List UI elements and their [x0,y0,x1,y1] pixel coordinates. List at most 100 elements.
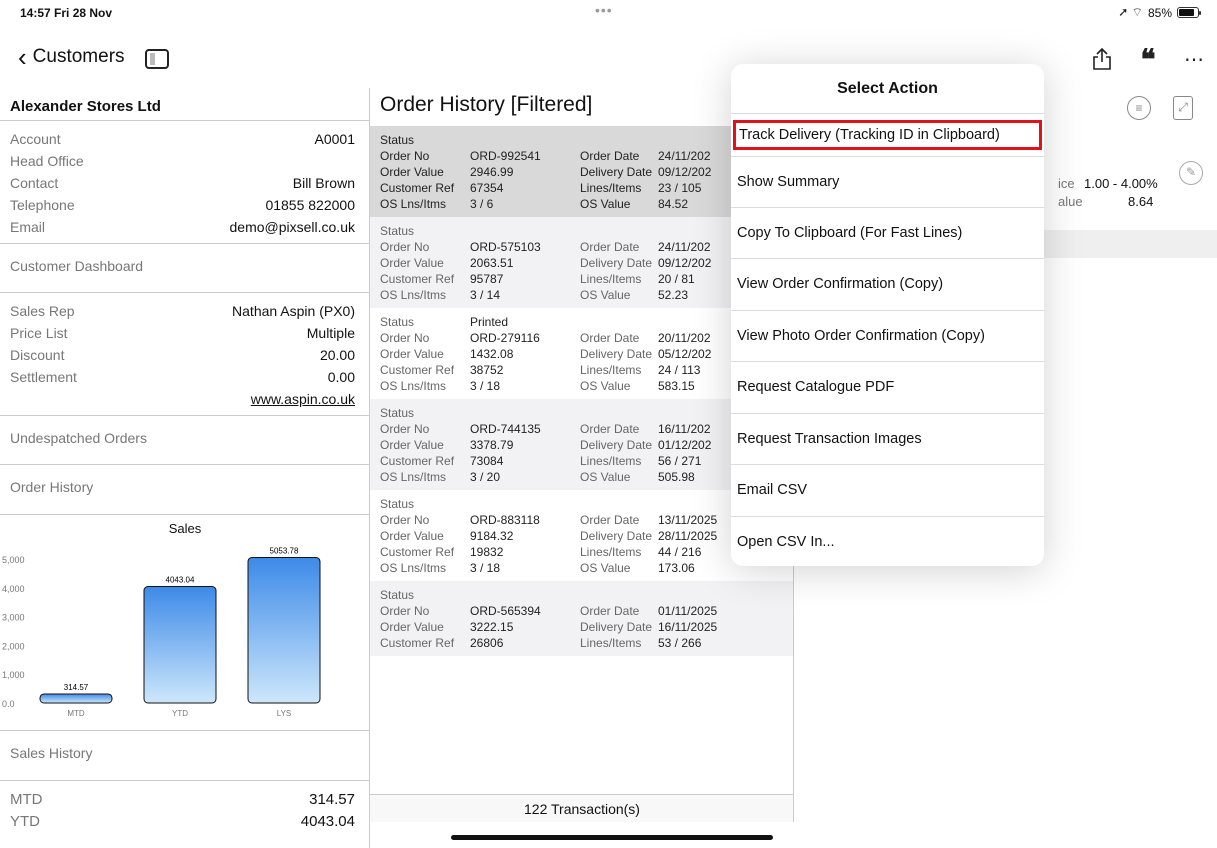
field-value: 13/11/2025 [658,513,718,527]
rotate-icon[interactable]: ⤢ [1173,96,1193,120]
action-open-csv[interactable]: Open CSV In... [731,517,1044,569]
field-label: OS Value [580,288,631,302]
edit-icon[interactable]: ✎ [1179,161,1203,185]
field-value: 53 / 266 [658,636,702,650]
back-button[interactable]: ‹ Customers [18,42,125,72]
field-value: 01/12/202 [658,438,712,452]
website-link[interactable]: www.aspin.co.uk [251,391,355,407]
info-row[interactable]: Email demo@pixsell.co.uk [0,216,369,238]
share-icon[interactable] [1079,44,1125,74]
field-label: Customer Ref [380,636,455,650]
filter-icon[interactable]: ≡ [1127,96,1151,120]
field-label: Status [380,224,415,238]
field-value [470,223,580,239]
field-value: 3 / 6 [470,197,494,211]
field-value: 01/11/2025 [658,604,718,618]
customer-info: Account A0001 Head Office Contact Bill Bro… [0,121,369,243]
info-row: Account A0001 [10,131,355,147]
terms-row: Discount 20.00 [10,347,355,363]
order-row[interactable]: Status Order No ORD-744135 Order Date 16/11/… [370,399,793,490]
field-label: Lines/Items [580,636,642,650]
order-row[interactable]: Status Order No ORD-883118 Order Date 13/11/… [370,490,793,581]
field-value: 505.98 [658,470,695,484]
bar-mtd [39,693,113,704]
field-value: 05/12/202 [658,347,712,361]
sales-history: MTD 314.57 YTD 4043.04 [0,781,369,837]
home-indicator[interactable] [451,835,773,840]
quote-icon[interactable]: ❝ [1125,44,1171,75]
field-label: Status [380,133,415,147]
field-label: OS Lns/Itms [380,197,447,211]
order-history-link[interactable]: Order History [0,465,369,515]
nav-actions: ❝ ⋯ [1079,44,1217,75]
customer-dashboard-link[interactable]: Customer Dashboard [0,243,369,293]
field-label: Customer Ref [380,363,455,377]
multitask-dots[interactable]: ••• [595,2,613,18]
field-value: 44 / 216 [658,545,702,559]
field-value [470,405,580,421]
field-value: 583.15 [658,379,695,393]
field-value [470,496,580,512]
bar-ytd [143,586,217,704]
action-show-summary[interactable]: Show Summary [731,156,1044,208]
sales-row: MTD 314.57 [10,790,355,808]
field-value: 24/11/202 [658,149,711,163]
field-value: Printed [470,315,509,329]
location-wifi-icon: ➚ ⌔ [1118,5,1143,19]
field-value: 2063.51 [470,256,514,270]
field-value: 26806 [470,636,504,650]
field-value: 3 / 18 [470,561,501,575]
popover-title: Select Action [731,64,1044,114]
transaction-count: 122 Transaction(s) [370,794,793,822]
action-view-photo-confirmation[interactable]: View Photo Order Confirmation (Copy) [731,311,1044,362]
field-label: Delivery Date [580,347,653,361]
action-email-csv[interactable]: Email CSV [731,465,1044,517]
order-list[interactable]: Status Order No ORD-992541 Order Date 24/11/… [370,126,793,656]
field-value: 24 / 113 [658,363,701,377]
field-label: OS Value [580,561,631,575]
order-history-title: Order History [Filtered] [380,93,593,116]
back-label: Customers [32,46,125,67]
bar-value-label: 4043.04 [166,576,195,585]
field-value: ORD-992541 [470,149,541,163]
action-copy-clipboard[interactable]: Copy To Clipboard (For Fast Lines) [731,208,1044,259]
field-label: Status [380,315,415,329]
field-label: Order Date [580,240,640,254]
field-label: Order Value [380,438,444,452]
field-label: OS Lns/Itms [380,561,447,575]
info-row: Contact Bill Brown [10,175,355,191]
field-value: ORD-744135 [470,422,541,436]
action-track-delivery[interactable]: Track Delivery (Tracking ID in Clipboard… [733,120,1042,150]
chevron-left-icon: ‹ [18,42,27,72]
battery-percent: 85% [1147,5,1172,20]
field-value: 173.06 [658,561,695,575]
sales-chart-svg: 0.0 1,000 2,000 3,000 4,000 5,000 314.57 MTD 404… [2,546,321,718]
undespatched-orders-link[interactable]: Undespatched Orders [0,415,369,465]
order-row[interactable]: Status Order No ORD-565394 Order Date 01/11/… [370,581,793,656]
field-label: Order Value [380,256,444,270]
action-request-images[interactable]: Request Transaction Images [731,414,1044,465]
action-view-order-confirmation[interactable]: View Order Confirmation (Copy) [731,259,1044,311]
customer-terms: Sales Rep Nathan Aspin (PX0) Price List Mu… [0,293,369,415]
field-value: ORD-279116 [470,331,540,345]
order-row[interactable]: Status Printed Order No ORD-279116 Order Dat… [370,308,793,399]
sales-history-link[interactable]: Sales History [0,731,369,781]
field-label: Lines/Items [580,363,642,377]
field-value: 3 / 20 [470,470,501,484]
field-value: 09/12/202 [658,165,712,179]
website-row[interactable]: www.aspin.co.uk [0,388,369,410]
order-row[interactable]: Status Order No ORD-575103 Order Date 24/11/… [370,217,793,308]
field-label: Delivery Date [580,165,653,179]
field-label: Order Date [580,149,640,163]
info-row[interactable]: Telephone 01855 822000 [0,194,369,216]
more-icon[interactable]: ⋯ [1171,44,1217,74]
field-label: OS Lns/Itms [380,470,447,484]
x-tick-label: MTD [67,709,85,718]
sidebar-toggle-icon[interactable] [145,49,169,69]
action-request-catalogue[interactable]: Request Catalogue PDF [731,362,1044,414]
field-value: 38752 [470,363,504,377]
field-label: Order Value [380,165,444,179]
field-label: Lines/Items [580,181,642,195]
order-row[interactable]: Status Order No ORD-992541 Order Date 24/11/… [370,126,793,217]
field-value: 95787 [470,272,504,286]
